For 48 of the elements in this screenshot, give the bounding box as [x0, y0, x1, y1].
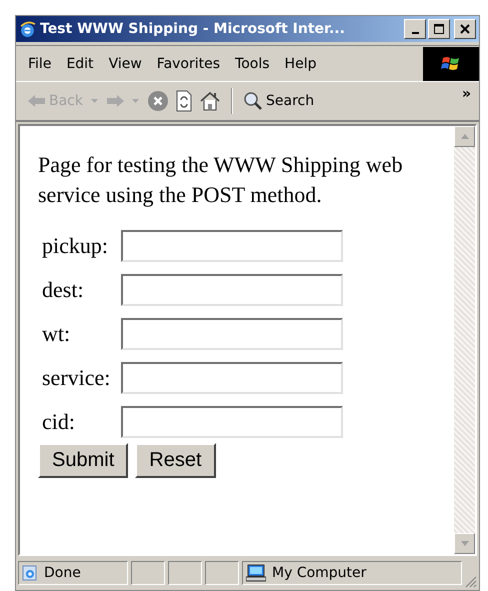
home-icon[interactable] — [199, 90, 221, 112]
scroll-down-button[interactable] — [454, 533, 475, 554]
status-pane — [205, 561, 239, 585]
menu-item[interactable]: Tools — [235, 56, 270, 72]
status-pane — [168, 561, 202, 585]
search-button[interactable]: Search — [243, 91, 314, 111]
menu-item[interactable]: View — [108, 56, 142, 72]
maximize-button[interactable] — [428, 19, 450, 39]
minimize-icon — [412, 32, 418, 34]
more-chevron[interactable]: » — [462, 86, 471, 102]
field-label: wt: — [41, 321, 72, 347]
menu-item[interactable]: Edit — [66, 56, 94, 72]
close-button[interactable] — [454, 19, 476, 39]
page-e-icon — [22, 565, 38, 581]
menu-item[interactable]: Help — [284, 56, 316, 72]
input-field[interactable] — [121, 406, 343, 438]
back-arrow-icon — [28, 95, 46, 107]
menu-item[interactable]: Favorites — [156, 56, 220, 72]
maximize-icon — [434, 24, 444, 34]
up-arrow-icon — [460, 134, 468, 139]
search-icon — [243, 91, 263, 111]
scroll-up-button[interactable] — [454, 126, 475, 147]
intro-text: Page for testing the WWW Shipping web service using the POST method. — [38, 151, 404, 209]
field-label: service: — [41, 365, 112, 391]
input-field[interactable] — [121, 318, 343, 350]
window-title: Test WWW Shipping - Microsoft Inter... — [40, 21, 346, 37]
close-icon — [460, 24, 470, 34]
down-arrow-icon — [460, 541, 468, 546]
form-button[interactable]: Reset — [135, 443, 216, 478]
browser-e-icon — [19, 20, 36, 38]
field-label: cid: — [41, 409, 76, 435]
menu-item[interactable]: File — [28, 56, 52, 72]
form-button[interactable]: Submit — [38, 443, 128, 478]
refresh-icon[interactable] — [175, 90, 193, 112]
zone-text: My Computer — [272, 565, 366, 581]
stop-icon[interactable] — [147, 90, 169, 112]
input-field[interactable] — [121, 362, 343, 394]
input-field[interactable] — [121, 230, 343, 262]
input-field[interactable] — [121, 274, 343, 306]
status-pane — [131, 561, 165, 585]
status-text: Done — [44, 565, 81, 581]
computer-icon — [246, 564, 266, 582]
minimize-button[interactable] — [404, 19, 426, 39]
field-label: dest: — [41, 277, 85, 303]
scrollbar[interactable] — [454, 126, 475, 554]
field-label: pickup: — [41, 233, 109, 259]
resize-grip-icon[interactable] — [465, 576, 477, 588]
windows-logo-icon — [423, 46, 479, 80]
